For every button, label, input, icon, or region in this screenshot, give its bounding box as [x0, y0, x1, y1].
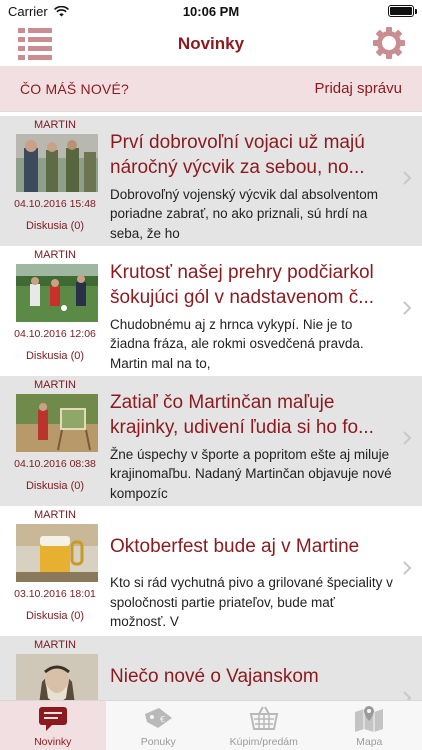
chevron-right-icon — [403, 561, 412, 575]
news-feed[interactable]: MARTIN 04.10.2016 15:48 Diskusia (0) Prv… — [0, 116, 422, 700]
article-date: 04.10.2016 12:06 — [14, 328, 96, 340]
article-title[interactable]: Zatiaľ čo Martinčan maľuje krajinky, udi… — [110, 390, 394, 441]
basket-icon — [249, 706, 278, 730]
article-content: Oktoberfest bude aj v Martine Kto si rád… — [110, 506, 422, 636]
article-date: 03.10.2016 18:01 — [14, 588, 96, 600]
status-bar: Carrier 10:06 PM — [0, 0, 422, 22]
article-excerpt: Kto si rád vychutná pivo a grilované špe… — [110, 575, 393, 630]
article-excerpt: Žne úspechy v športe a popritom ešte aj … — [110, 446, 392, 501]
article-meta: MARTIN 04.10.2016 15:48 Diskusia (0) — [0, 116, 110, 246]
tab-bar: Novinky € Ponuky Kúpim/predám Mapa — [0, 700, 422, 750]
whats-new-bar: ČO MÁŠ NOVÉ? Pridaj správu — [0, 66, 422, 112]
article-thumbnail — [16, 134, 98, 192]
tab-label: Ponuky — [140, 736, 176, 748]
article-author: MARTIN — [34, 639, 76, 651]
article-title[interactable]: Prví dobrovoľní vojaci už majú náročný v… — [110, 130, 394, 181]
article-thumbnail — [16, 654, 98, 700]
article-row[interactable]: MARTIN 03.10.2016 18:01 Diskusia (0) Okt… — [0, 506, 422, 636]
article-row[interactable]: MARTIN 04.10.2016 12:06 Diskusia (0) Kru… — [0, 246, 422, 376]
article-author: MARTIN — [34, 119, 76, 131]
page-title: Novinky — [177, 34, 245, 53]
discussion-link[interactable]: Diskusia (0) — [0, 350, 110, 362]
article-content: Zatiaľ čo Martinčan maľuje krajinky, udi… — [110, 376, 422, 506]
article-row[interactable]: MARTIN 04.10.2016 15:48 Diskusia (0) Prv… — [0, 116, 422, 246]
battery-icon — [388, 5, 417, 17]
article-content: Prví dobrovoľní vojaci už majú náročný v… — [110, 116, 422, 246]
tab-label: Novinky — [34, 736, 72, 748]
article-thumbnail — [16, 394, 98, 452]
tab-novinky[interactable]: Novinky — [0, 701, 106, 750]
discussion-link[interactable]: Diskusia (0) — [0, 610, 110, 622]
article-date: 04.10.2016 08:38 — [14, 458, 96, 470]
article-title[interactable]: Niečo nové o Vajanskom — [110, 664, 394, 689]
discussion-link[interactable]: Diskusia (0) — [0, 220, 110, 232]
article-thumbnail — [16, 524, 98, 582]
tag-icon: € — [145, 708, 173, 728]
article-thumbnail — [16, 264, 98, 322]
tab-label: Mapa — [356, 736, 383, 748]
article-author: MARTIN — [34, 249, 76, 261]
add-post-button[interactable]: Pridaj správu — [314, 80, 402, 97]
gear-icon[interactable] — [372, 26, 406, 60]
discussion-link[interactable]: Diskusia (0) — [0, 480, 110, 492]
chevron-right-icon — [403, 171, 412, 185]
article-author: MARTIN — [34, 379, 76, 391]
article-excerpt: Dobrovoľný vojenský výcvik dal absolvent… — [110, 186, 379, 241]
article-title[interactable]: Oktoberfest bude aj v Martine — [110, 534, 394, 559]
list-icon[interactable] — [18, 28, 52, 60]
article-meta: MARTIN — [0, 636, 110, 700]
chevron-right-icon — [403, 691, 412, 700]
chevron-right-icon — [403, 431, 412, 445]
map-icon — [355, 706, 384, 732]
tab-kupim-predam[interactable]: Kúpim/predám — [211, 701, 317, 750]
whats-new-input[interactable]: ČO MÁŠ NOVÉ? — [20, 81, 129, 97]
tab-ponuky[interactable]: € Ponuky — [106, 701, 212, 750]
article-title[interactable]: Krutosť našej prehry podčiarkol šokujúci… — [110, 260, 394, 311]
article-excerpt: Chudobnému aj z hrnca vykypí. Nie je to … — [110, 316, 364, 371]
article-author: MARTIN — [34, 509, 76, 521]
svg-text:€: € — [160, 715, 165, 724]
article-meta: MARTIN 03.10.2016 18:01 Diskusia (0) — [0, 506, 110, 636]
article-date: 04.10.2016 15:48 — [14, 198, 96, 210]
article-content: Niečo nové o Vajanskom — [110, 636, 422, 700]
status-left: Carrier — [8, 4, 69, 19]
chevron-right-icon — [403, 301, 412, 315]
article-content: Krutosť našej prehry podčiarkol šokujúci… — [110, 246, 422, 376]
article-meta: MARTIN 04.10.2016 12:06 Diskusia (0) — [0, 246, 110, 376]
article-row[interactable]: MARTIN 04.10.2016 08:38 Diskusia (0) Zat… — [0, 376, 422, 506]
article-row[interactable]: MARTIN Niečo nové o Vajanskom — [0, 636, 422, 700]
carrier-label: Carrier — [8, 3, 48, 19]
tab-mapa[interactable]: Mapa — [317, 701, 422, 750]
news-icon — [38, 707, 67, 731]
wifi-icon — [53, 5, 69, 16]
nav-bar: Novinky — [0, 22, 422, 66]
article-meta: MARTIN 04.10.2016 08:38 Diskusia (0) — [0, 376, 110, 506]
tab-label: Kúpim/predám — [229, 736, 298, 748]
